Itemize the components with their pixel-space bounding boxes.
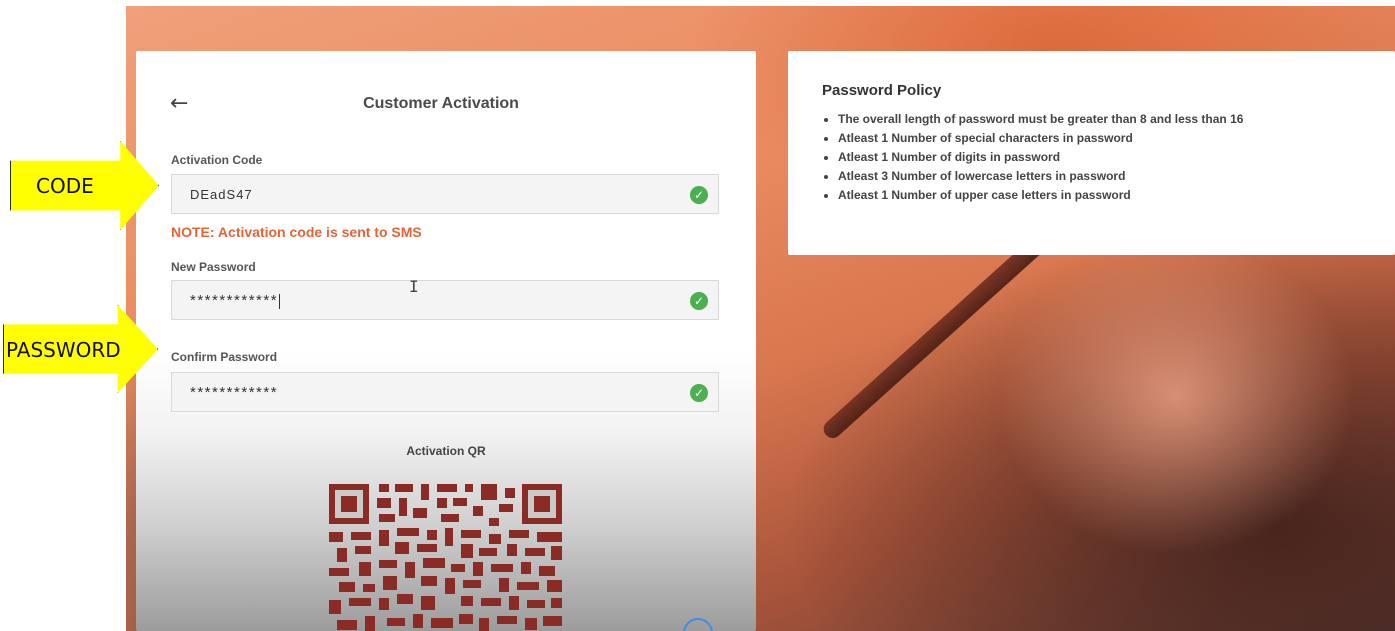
policy-title: Password Policy xyxy=(822,82,942,99)
policy-item: Atleast 3 Number of lowercase letters in… xyxy=(838,167,1243,186)
activation-qr-code xyxy=(329,484,562,631)
policy-list: The overall length of password must be g… xyxy=(826,110,1243,205)
new-password-value: ************ xyxy=(190,292,279,309)
policy-item: The overall length of password must be g… xyxy=(838,110,1243,129)
activation-code-value: DEadS47 xyxy=(190,187,253,202)
new-password-input[interactable]: ************ ✓ xyxy=(171,280,719,320)
password-callout-label: PASSWORD xyxy=(6,338,121,362)
activation-qr-label: Activation QR xyxy=(406,444,486,458)
confirm-password-input[interactable]: ************ ✓ xyxy=(171,372,719,412)
check-icon: ✓ xyxy=(690,186,708,204)
text-caret xyxy=(279,293,281,309)
policy-item: Atleast 1 Number of upper case letters i… xyxy=(838,186,1243,205)
activation-code-input[interactable]: DEadS47 ✓ xyxy=(171,174,719,214)
check-icon: ✓ xyxy=(690,292,708,310)
background-glow xyxy=(996,236,1356,556)
confirm-password-value: ************ xyxy=(190,384,279,401)
code-callout-label: CODE xyxy=(36,174,94,198)
sms-note: NOTE: Activation code is sent to SMS xyxy=(171,224,422,240)
page-title: Customer Activation xyxy=(363,95,519,112)
policy-item: Atleast 1 Number of digits in password xyxy=(838,148,1243,167)
check-icon: ✓ xyxy=(690,384,708,402)
text-cursor-icon: I xyxy=(409,277,419,296)
policy-item: Atleast 1 Number of special characters i… xyxy=(838,129,1243,148)
new-password-label: New Password xyxy=(171,260,256,274)
loading-spinner-icon xyxy=(683,618,713,631)
password-policy-card: Password Policy The overall length of pa… xyxy=(788,51,1395,255)
confirm-password-label: Confirm Password xyxy=(171,350,278,364)
activation-code-label: Activation Code xyxy=(171,153,263,167)
activation-form-card: ← Customer Activation Activation Code DE… xyxy=(136,51,756,631)
